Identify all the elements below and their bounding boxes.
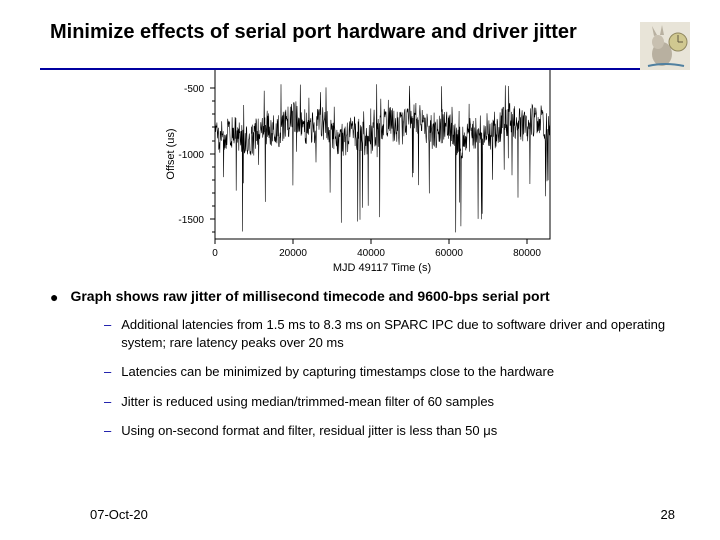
dash-icon: – xyxy=(104,393,111,411)
y-tick-label: -500 xyxy=(184,84,204,95)
x-tick-label: 20000 xyxy=(279,248,307,259)
x-tick-label: 80000 xyxy=(513,248,541,259)
x-tick-label: 0 xyxy=(212,248,218,259)
chart-series-offset xyxy=(215,84,550,232)
sub-bullet: – Latencies can be minimized by capturin… xyxy=(104,363,680,381)
title-underline xyxy=(40,68,640,70)
footer-page-number: 28 xyxy=(661,507,675,522)
jitter-chart: -500 -1000 -1500 0 20000 40000 60000 800… xyxy=(160,59,570,274)
sub-bullet: – Additional latencies from 1.5 ms to 8.… xyxy=(104,316,680,351)
x-tick-label: 60000 xyxy=(435,248,463,259)
dash-icon: – xyxy=(104,363,111,381)
dash-icon: – xyxy=(104,422,111,440)
y-tick-label: -1000 xyxy=(178,150,204,161)
sub-bullet: – Using on-second format and filter, res… xyxy=(104,422,680,440)
y-axis-label: Offset (us) xyxy=(165,128,177,179)
footer-date: 07-Oct-20 xyxy=(90,507,148,522)
main-bullet: ● Graph shows raw jitter of millisecond … xyxy=(50,288,680,306)
sub-bullet-text: Latencies can be minimized by capturing … xyxy=(121,363,554,381)
decorative-rabbit-image xyxy=(640,22,690,70)
sub-bullet: – Jitter is reduced using median/trimmed… xyxy=(104,393,680,411)
x-tick-label: 40000 xyxy=(357,248,385,259)
bullet-dot-icon: ● xyxy=(50,288,58,306)
dash-icon: – xyxy=(104,316,111,351)
slide-title: Minimize effects of serial port hardware… xyxy=(50,20,680,45)
y-tick-label: -1500 xyxy=(178,215,204,226)
main-bullet-text: Graph shows raw jitter of millisecond ti… xyxy=(70,288,549,306)
sub-bullet-text: Using on-second format and filter, resid… xyxy=(121,422,497,440)
sub-bullet-text: Jitter is reduced using median/trimmed-m… xyxy=(121,393,494,411)
x-axis-label: MJD 49117 Time (s) xyxy=(333,262,431,274)
sub-bullet-text: Additional latencies from 1.5 ms to 8.3 … xyxy=(121,316,680,351)
